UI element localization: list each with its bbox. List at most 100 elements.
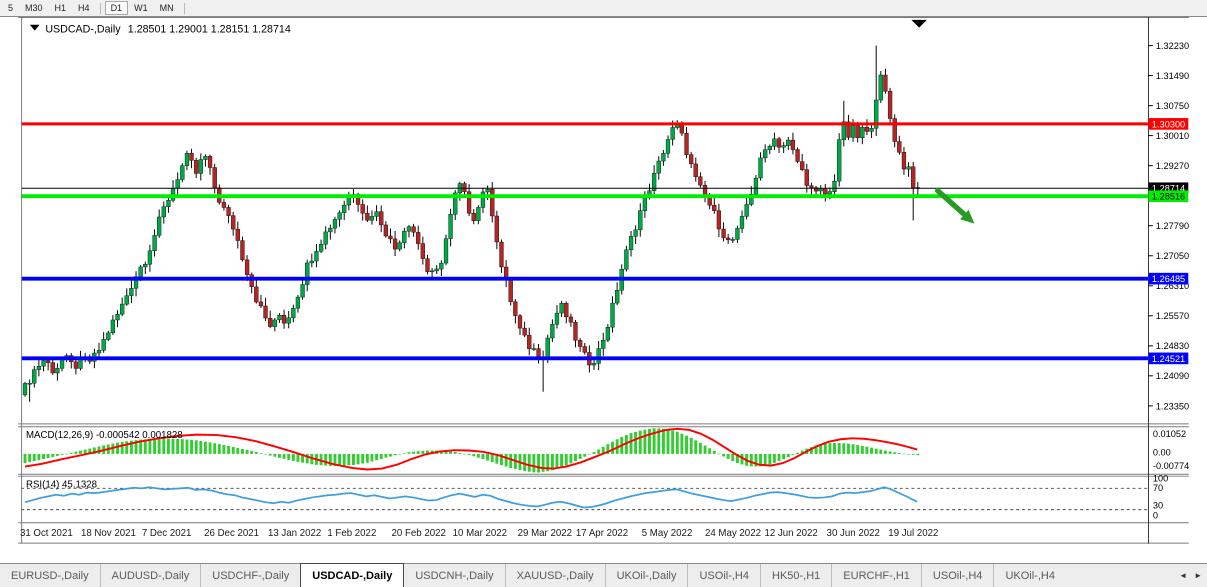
- macd-histogram-bar: [782, 454, 785, 459]
- tab-scroll-right-icon[interactable]: ►: [1194, 571, 1202, 580]
- macd-histogram-bar: [79, 451, 82, 454]
- date-axis[interactable]: 31 Oct 202118 Nov 20217 Dec 202126 Dec 2…: [20, 528, 938, 539]
- macd-histogram-bar: [153, 439, 156, 454]
- macd-histogram-bar: [912, 454, 915, 455]
- candle-down: [722, 229, 726, 238]
- candle-up: [199, 160, 203, 174]
- timeframe-button-5[interactable]: 5: [2, 1, 19, 15]
- candle-up: [786, 140, 790, 146]
- timeframe-button-w1[interactable]: W1: [128, 1, 154, 15]
- macd-histogram-bar: [412, 452, 415, 454]
- symbol-tab-usdchf-daily[interactable]: USDCHF-,Daily: [200, 564, 300, 587]
- macd-histogram-bar: [838, 443, 841, 454]
- candle-up: [129, 288, 133, 295]
- candle-up: [860, 127, 864, 137]
- macd-histogram-bar: [278, 454, 281, 458]
- candle-up: [546, 338, 550, 358]
- candle-up: [907, 167, 911, 169]
- rsi-axis-label: 30: [1153, 501, 1163, 511]
- price-tick-label: 1.29270: [1156, 161, 1189, 171]
- macd-histogram-bar: [269, 454, 272, 456]
- candle-up: [60, 359, 64, 368]
- macd-histogram-bar: [296, 454, 299, 462]
- candle-up: [42, 361, 46, 367]
- price-tick-label: 1.24090: [1156, 371, 1189, 381]
- macd-histogram-bar: [195, 440, 198, 454]
- symbol-tab-usdcad-daily[interactable]: USDCAD-,Daily: [300, 563, 404, 587]
- macd-histogram-bar: [338, 454, 341, 466]
- price-tick-label: 1.30750: [1156, 101, 1189, 111]
- symbol-tab-usdcnh-daily[interactable]: USDCNH-,Daily: [404, 564, 504, 587]
- symbol-tab-eurusd-daily[interactable]: EURUSD-,Daily: [0, 564, 100, 587]
- macd-histogram-bar: [713, 451, 716, 454]
- date-label: 1 Feb 2022: [327, 528, 376, 539]
- macd-histogram-bar: [639, 431, 642, 454]
- tab-scroll-left-icon[interactable]: ◄: [1179, 571, 1187, 580]
- date-label: 30 Jun 2022: [827, 528, 880, 539]
- macd-histogram-bar: [375, 454, 378, 460]
- symbol-tab-xauusd-daily[interactable]: XAUUSD-,Daily: [505, 564, 605, 587]
- symbol-tab-usoil-h4[interactable]: USOil-,H4: [921, 564, 994, 587]
- tab-bar-spacer: [1066, 564, 1174, 587]
- timeframe-button-h4[interactable]: H4: [72, 1, 96, 15]
- candle-down: [523, 328, 527, 335]
- symbol-tab-eurchf-h1[interactable]: EURCHF-,H1: [831, 564, 921, 587]
- candle-up: [37, 366, 41, 369]
- timeframe-button-d1[interactable]: D1: [105, 1, 129, 15]
- candle-down: [365, 213, 369, 220]
- symbol-tab-ukoil-daily[interactable]: UKOil-,Daily: [605, 564, 688, 587]
- candle-up: [476, 207, 480, 220]
- candle-down: [569, 317, 573, 322]
- candle-up: [273, 320, 277, 327]
- macd-histogram-bar: [190, 440, 193, 454]
- macd-histogram-bar: [28, 454, 31, 462]
- candle-down: [264, 306, 268, 318]
- candle-up: [32, 370, 36, 384]
- candle-down: [416, 232, 420, 243]
- macd-histogram-bar: [824, 444, 827, 454]
- candle-up: [342, 205, 346, 213]
- chart-background: [18, 17, 1189, 547]
- date-label: 24 May 2022: [705, 528, 761, 539]
- macd-histogram-bar: [384, 454, 387, 458]
- macd-histogram-bar: [172, 439, 175, 454]
- timeframe-button-mn[interactable]: MN: [154, 1, 180, 15]
- timeframe-button-h1[interactable]: H1: [49, 1, 73, 15]
- symbol-tab-ukoil-h4[interactable]: UKOil-,H4: [993, 564, 1066, 587]
- macd-histogram-bar: [176, 439, 179, 454]
- macd-histogram-bar: [505, 454, 508, 467]
- candle-up: [180, 166, 184, 180]
- symbol-tab-hk50-h1[interactable]: HK50-,H1: [760, 564, 831, 587]
- price-tick-label: 1.31490: [1156, 71, 1189, 81]
- macd-histogram-bar: [343, 454, 346, 466]
- date-label: 5 May 2022: [642, 528, 693, 539]
- date-label: 29 Mar 2022: [518, 528, 572, 539]
- macd-histogram-bar: [856, 445, 859, 454]
- date-label: 12 Jun 2022: [764, 528, 817, 539]
- timeframe-button-m30[interactable]: M30: [19, 1, 49, 15]
- macd-histogram-bar: [352, 454, 355, 465]
- symbol-tab-audusd-daily[interactable]: AUDUSD-,Daily: [100, 564, 201, 587]
- macd-histogram-bar: [458, 453, 461, 454]
- candle-up: [851, 126, 855, 138]
- symbol-tab-usoil-h4[interactable]: USOil-,H4: [687, 564, 760, 587]
- candle-up: [560, 303, 564, 313]
- candle-down: [805, 170, 809, 186]
- candle-up: [638, 211, 642, 230]
- toolbar-separator: [184, 3, 185, 14]
- candle-up: [768, 146, 772, 149]
- candle-down: [231, 216, 235, 229]
- candle-up: [203, 156, 207, 159]
- candle-down: [680, 124, 684, 133]
- macd-histogram-bar: [833, 443, 836, 454]
- candle-down: [282, 315, 286, 323]
- macd-histogram-bar: [260, 453, 263, 454]
- macd-histogram-bar: [472, 454, 475, 456]
- candle-up: [139, 267, 143, 277]
- macd-histogram-bar: [648, 429, 651, 454]
- date-label: 13 Jan 2022: [268, 528, 321, 539]
- macd-histogram-bar: [528, 454, 531, 472]
- macd-histogram-bar: [852, 444, 855, 454]
- macd-histogram-bar: [597, 450, 600, 454]
- candle-up: [324, 232, 328, 244]
